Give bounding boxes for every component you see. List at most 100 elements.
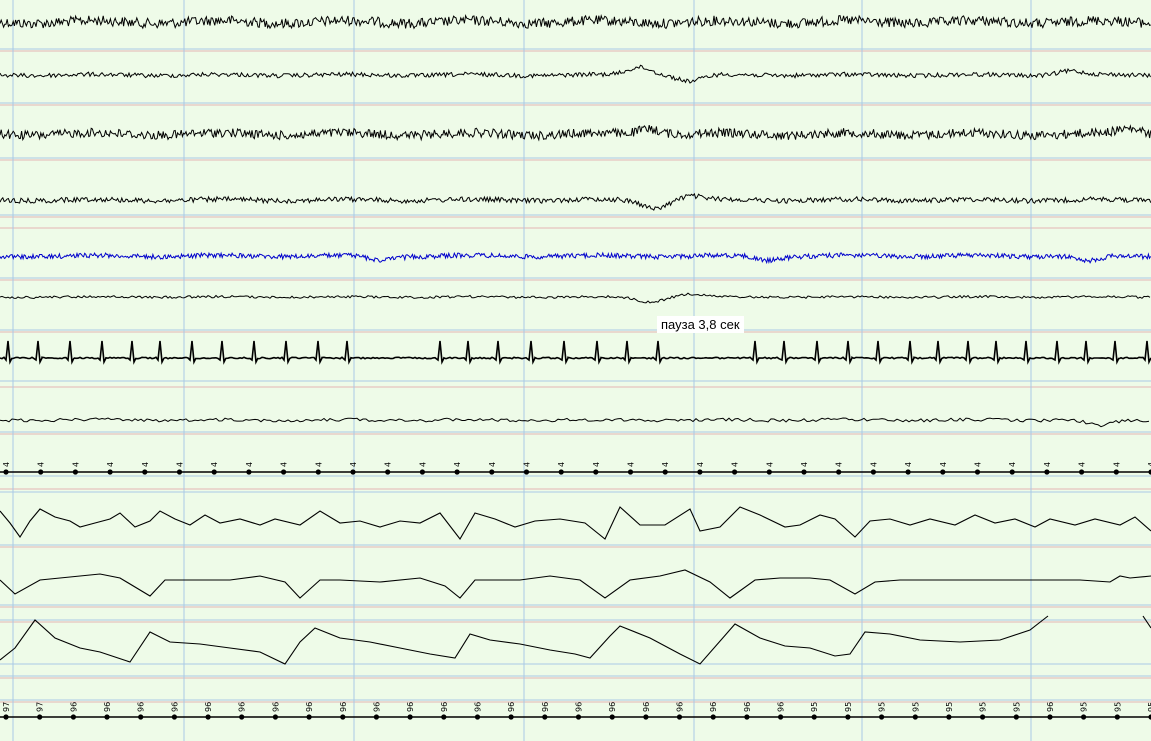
- marker-dot: [1044, 469, 1050, 475]
- marker-value: 96: [1046, 702, 1055, 712]
- marker-value: 4: [1112, 462, 1121, 467]
- marker-value: 96: [440, 702, 449, 712]
- marker-dot: [1009, 469, 1015, 475]
- marker-dot: [980, 714, 986, 720]
- marker-value: 4: [384, 462, 393, 467]
- marker-value: 4: [904, 462, 913, 467]
- marker-dot: [1047, 714, 1053, 720]
- marker-value: 4: [835, 462, 844, 467]
- marker-value: 96: [474, 702, 483, 712]
- marker-value: 96: [137, 702, 146, 712]
- marker-dot: [272, 714, 278, 720]
- marker-dot: [627, 469, 634, 475]
- marker-dot: [306, 714, 312, 720]
- marker-dot: [845, 714, 851, 720]
- marker-dot: [1081, 714, 1087, 720]
- marker-dot: [508, 714, 514, 720]
- marker-value: 4: [800, 462, 809, 467]
- marker-dot: [946, 714, 952, 720]
- marker-value: 4: [1147, 462, 1151, 467]
- marker-dot: [350, 469, 356, 475]
- marker-value: 96: [271, 702, 280, 712]
- marker-dot: [281, 469, 287, 475]
- trace-background: [0, 0, 1151, 741]
- marker-value: 95: [1113, 702, 1122, 712]
- marker-value: 95: [1012, 702, 1021, 712]
- marker-dot: [3, 469, 9, 475]
- marker-dot: [710, 714, 716, 720]
- marker-value: 96: [608, 702, 617, 712]
- marker-value: 4: [661, 462, 670, 467]
- marker-dot: [142, 469, 148, 475]
- marker-dot: [643, 714, 649, 720]
- marker-value: 96: [541, 702, 550, 712]
- marker-value: 95: [979, 702, 988, 712]
- marker-value: 4: [627, 462, 636, 467]
- marker-dot: [340, 714, 346, 720]
- polysomnography-trace-view[interactable]: 4 4 4 4 4 4 4 4 4 4 4 4 4 4 4 4 4 4 4 4 4 4 4 4 4 4 4 4 4 4 4 4 4 4 97 97 96…: [0, 0, 1151, 741]
- marker-dot: [744, 714, 750, 720]
- marker-value: 96: [406, 702, 415, 712]
- marker-dot: [732, 469, 738, 475]
- marker-value: 4: [280, 462, 289, 467]
- marker-value: 96: [507, 702, 516, 712]
- marker-dot: [454, 469, 460, 475]
- marker-value: 96: [238, 702, 247, 712]
- marker-dot: [246, 469, 252, 475]
- marker-dot: [811, 714, 817, 720]
- marker-dot: [104, 714, 110, 720]
- marker-dot: [974, 469, 981, 475]
- marker-value: 4: [523, 462, 532, 467]
- marker-value: 4: [1078, 462, 1087, 467]
- marker-dot: [441, 714, 447, 720]
- marker-value: 95: [878, 702, 887, 712]
- marker-dot: [697, 469, 703, 475]
- marker-dot: [662, 469, 668, 475]
- marker-value: 4: [974, 462, 983, 467]
- marker-value: 95: [844, 702, 853, 712]
- marker-dot: [523, 469, 530, 475]
- marker-dot: [419, 469, 425, 475]
- marker-value: 96: [709, 702, 718, 712]
- marker-value: 95: [1147, 702, 1151, 712]
- marker-dot: [474, 714, 481, 720]
- marker-dot: [138, 714, 144, 720]
- marker-value: 4: [696, 462, 705, 467]
- marker-value: 4: [765, 462, 774, 467]
- marker-value: 96: [69, 702, 78, 712]
- marker-value: 4: [557, 462, 566, 467]
- marker-value: 4: [869, 462, 878, 467]
- pause-annotation-label: пауза 3,8 сек: [657, 316, 744, 333]
- marker-value: 4: [488, 462, 497, 467]
- marker-dot: [879, 714, 885, 720]
- trace-spo2-markers: 97 97 96 96 96 96 96 96 96 96 96 96 96 96 96 96 96 96 96 96…: [0, 702, 1151, 720]
- marker-value: 95: [945, 702, 954, 712]
- marker-dot: [912, 714, 918, 720]
- marker-value: 96: [103, 702, 112, 712]
- marker-dot: [558, 469, 564, 475]
- marker-dot: [801, 469, 807, 475]
- marker-dot: [37, 714, 43, 720]
- marker-value: 4: [2, 462, 11, 467]
- marker-value: 4: [106, 462, 115, 467]
- marker-dot: [836, 469, 842, 475]
- marker-dot: [940, 469, 946, 475]
- marker-value: 4: [210, 462, 219, 467]
- marker-value: 4: [349, 462, 358, 467]
- marker-value: 4: [176, 462, 185, 467]
- marker-value: 4: [1043, 462, 1052, 467]
- marker-value: 96: [339, 702, 348, 712]
- marker-dot: [211, 469, 217, 475]
- marker-value: 96: [743, 702, 752, 712]
- marker-dot: [38, 469, 44, 475]
- marker-value: 4: [592, 462, 601, 467]
- marker-dot: [593, 469, 599, 475]
- marker-value: 96: [777, 702, 786, 712]
- marker-value: 96: [575, 702, 584, 712]
- marker-dot: [1079, 469, 1085, 475]
- marker-value: 96: [204, 702, 213, 712]
- marker-dot: [70, 714, 76, 720]
- marker-value: 4: [418, 462, 427, 467]
- marker-dot: [373, 714, 379, 720]
- marker-dot: [315, 469, 321, 475]
